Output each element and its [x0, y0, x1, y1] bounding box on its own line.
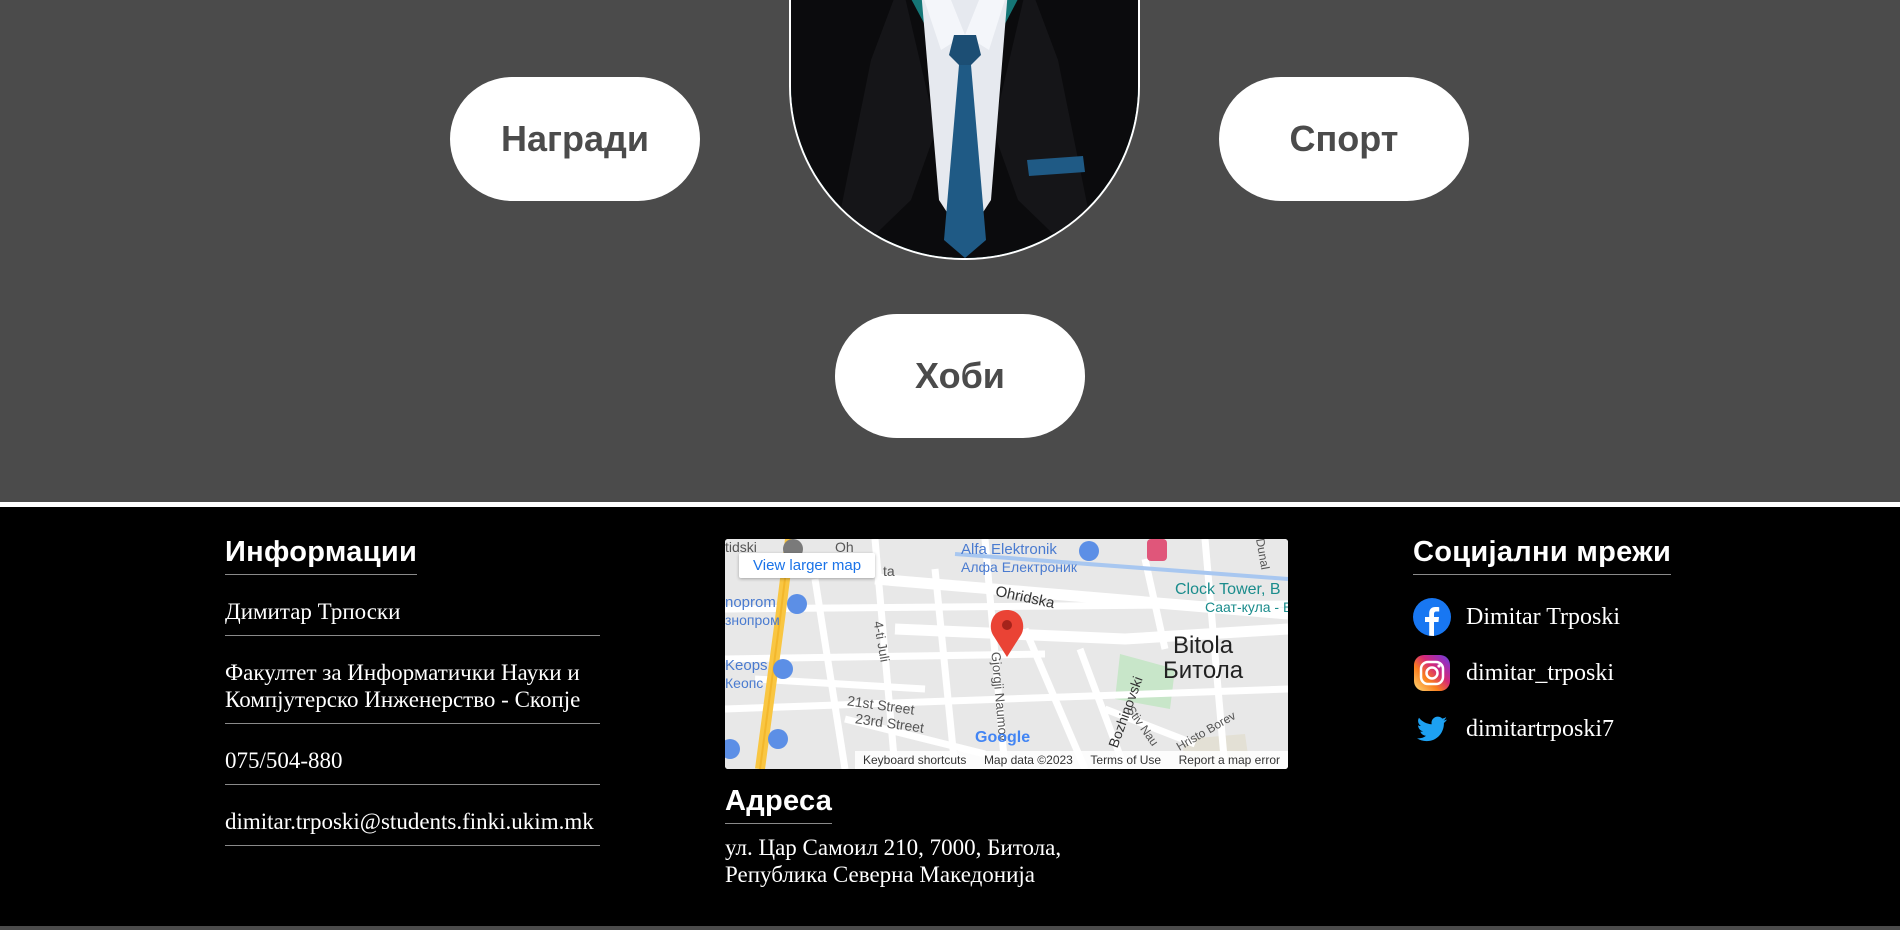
keyboard-shortcuts-link[interactable]: Keyboard shortcuts [863, 753, 966, 767]
info-email[interactable]: dimitar.trposki@students.finki.ukim.mk [225, 802, 600, 846]
social-item-facebook[interactable]: Dimitar Trposki [1413, 598, 1620, 636]
sport-button[interactable]: Спорт [1219, 77, 1469, 201]
info-list: Димитар Трпоски Факултет за Информатички… [225, 592, 600, 863]
map-label-ta: ta [883, 563, 895, 579]
footer-bottom-line [0, 926, 1900, 930]
terms-of-use-link[interactable]: Terms of Use [1090, 753, 1161, 767]
sport-label: Спорт [1289, 118, 1399, 159]
info-faculty: Факултет за Информатички Науки и Компјут… [225, 653, 600, 724]
map-label-alfa: Alfa Elektronik [961, 541, 1057, 558]
instagram-icon [1413, 654, 1451, 692]
map-attribution: Keyboard shortcuts Map data ©2023 Terms … [855, 751, 1288, 769]
sections-hero: Награди Спорт Хоби [0, 0, 1900, 502]
google-logo: Google [975, 729, 1031, 746]
section-divider [0, 502, 1900, 507]
info-phone[interactable]: 075/504-880 [225, 741, 600, 785]
hobby-label: Хоби [915, 355, 1005, 396]
facebook-icon [1413, 598, 1451, 636]
social-heading: Социјални мрежи [1413, 536, 1672, 575]
map-label-nprom: noprom [725, 594, 776, 611]
instagram-label: dimitar_trposki [1466, 659, 1614, 686]
embedded-map[interactable]: tidski Oh ta Alfa Elektronik Алфа Електр… [725, 539, 1288, 769]
social-list: Dimitar Trposki dimitar_trposki dimitart… [1413, 598, 1620, 766]
info-heading: Информации [225, 536, 418, 575]
address-line-1: ул. Цар Самоил 210, 7000, Битола, [725, 835, 1062, 860]
map-label-keops: Keops [725, 657, 768, 674]
map-label-alfa-mk: Алфа Електроник [961, 559, 1077, 575]
view-larger-map-link[interactable]: View larger map [739, 553, 876, 578]
social-item-twitter[interactable]: dimitartrposki7 [1413, 710, 1620, 748]
twitter-label: dimitartrposki7 [1466, 715, 1614, 742]
map-data-text: Map data ©2023 [983, 753, 1073, 767]
portrait-illustration [791, 0, 1138, 258]
awards-label: Награди [500, 118, 649, 159]
map-label-clock-mk: Саат-кула - Б [1205, 599, 1288, 615]
map-label-bitola: Bitola [1173, 632, 1234, 659]
social-item-instagram[interactable]: dimitar_trposki [1413, 654, 1620, 692]
info-name: Димитар Трпоски [225, 592, 600, 636]
profile-portrait [789, 0, 1140, 260]
awards-button[interactable]: Награди [450, 77, 700, 201]
facebook-label: Dimitar Trposki [1466, 603, 1621, 630]
hobby-button[interactable]: Хоби [835, 314, 1085, 438]
map-label-clock: Clock Tower, B [1175, 581, 1281, 598]
address-line-2: Република Северна Македонија [725, 862, 1036, 887]
twitter-icon [1413, 710, 1451, 748]
report-map-error-link[interactable]: Report a map error [1179, 753, 1280, 767]
map-label-keops-mk: Кеопс [725, 675, 764, 691]
address-heading: Адреса [725, 785, 833, 824]
map-label-nprom-mk: знопром [725, 612, 780, 628]
map-label-bitola-mk: Битола [1163, 657, 1244, 684]
address-text: ул. Цар Самоил 210, 7000, Битола, Републ… [725, 834, 1125, 888]
